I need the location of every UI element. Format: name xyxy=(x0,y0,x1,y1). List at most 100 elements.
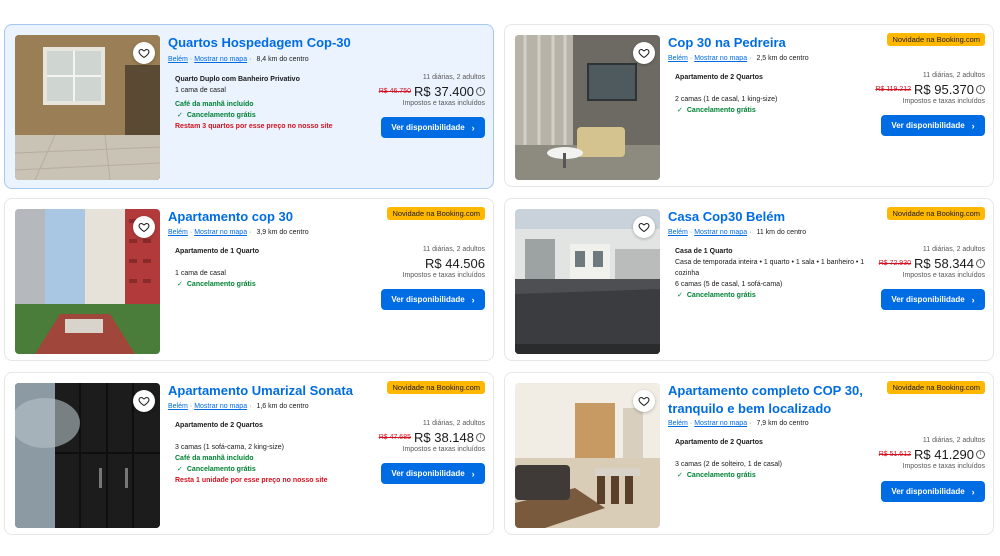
original-price: R$ 51.612 xyxy=(878,451,911,458)
info-icon[interactable]: i xyxy=(476,87,485,96)
property-photo[interactable] xyxy=(15,383,160,528)
free-cancellation: ✓ Cancelamento grátis xyxy=(177,281,256,288)
see-availability-button[interactable]: Ver disponibilidade › xyxy=(881,481,985,502)
room-details: Casa de 1 Quarto Casa de temporada intei… xyxy=(675,246,870,301)
room-details: Quarto Duplo com Banheiro Privativo 1 ca… xyxy=(175,74,380,132)
taxes-note: Impostos e taxas incluídos xyxy=(902,463,986,470)
price-block: 11 diárias, 2 adultos R$ 46.750 R$ 37.40… xyxy=(379,73,485,109)
location-line: Belém · Mostrar no mapa · 3,9 km do centro xyxy=(168,229,309,236)
city-link[interactable]: Belém xyxy=(668,420,688,427)
new-on-booking-badge: Novidade na Booking.com xyxy=(387,381,485,394)
current-price: R$ 38.148 xyxy=(414,430,474,445)
property-card[interactable]: Apartamento cop 30 Novidade na Booking.c… xyxy=(4,198,494,361)
property-card[interactable]: Cop 30 na Pedreira Novidade na Booking.c… xyxy=(504,24,994,187)
heart-icon[interactable] xyxy=(633,42,655,64)
nights-guests: 11 diárias, 2 adultos xyxy=(422,246,485,253)
check-icon: ✓ xyxy=(677,472,683,479)
see-availability-button[interactable]: Ver disponibilidade › xyxy=(881,115,985,136)
see-availability-button[interactable]: Ver disponibilidade › xyxy=(881,289,985,310)
heart-icon[interactable] xyxy=(133,42,155,64)
info-icon[interactable]: i xyxy=(976,85,985,94)
city-link[interactable]: Belém xyxy=(168,403,188,410)
location-line: Belém · Mostrar no mapa · 7,9 km do centro xyxy=(668,420,809,427)
new-on-booking-badge: Novidade na Booking.com xyxy=(887,381,985,394)
city-link[interactable]: Belém xyxy=(668,229,688,236)
current-price: R$ 95.370 xyxy=(914,82,974,97)
property-title[interactable]: Cop 30 na Pedreira xyxy=(668,34,786,52)
show-on-map-link[interactable]: Mostrar no mapa xyxy=(694,229,747,236)
show-on-map-link[interactable]: Mostrar no mapa xyxy=(694,420,747,427)
room-details: Apartamento de 1 Quarto 1 cama de casal … xyxy=(175,246,380,290)
distance-text: 3,9 km do centro xyxy=(256,229,309,236)
original-price: R$ 119.212 xyxy=(875,86,911,93)
heart-icon[interactable] xyxy=(133,390,155,412)
scarcity-message: Resta 1 unidade por esse preço no nosso … xyxy=(175,477,328,484)
check-icon: ✓ xyxy=(177,281,183,288)
heart-icon[interactable] xyxy=(133,216,155,238)
bed-info: 6 camas (5 de casal, 1 sofá-cama) xyxy=(675,281,783,288)
nights-guests: 11 diárias, 2 adultos xyxy=(922,437,985,444)
bed-info: 3 camas (2 de solteiro, 1 de casal) xyxy=(675,461,782,468)
scarcity-message: Restam 3 quartos por esse preço no nosso… xyxy=(175,123,333,130)
new-on-booking-badge: Novidade na Booking.com xyxy=(887,33,985,46)
property-card[interactable]: Quartos Hospedagem Cop-30 Belém · Mostrar … xyxy=(4,24,494,189)
nights-guests: 11 diárias, 2 adultos xyxy=(922,72,985,79)
location-line: Belém · Mostrar no mapa · 2,5 km do centro xyxy=(668,55,809,62)
current-price: R$ 37.400 xyxy=(414,84,474,99)
city-link[interactable]: Belém xyxy=(168,56,188,63)
room-type: Apartamento de 2 Quartos xyxy=(675,74,763,81)
property-photo[interactable] xyxy=(515,383,660,528)
see-availability-button[interactable]: Ver disponibilidade › xyxy=(381,289,485,310)
chevron-right-icon: › xyxy=(471,294,475,305)
heart-icon[interactable] xyxy=(633,390,655,412)
location-line: Belém · Mostrar no mapa · 11 km do centro xyxy=(668,229,807,236)
breakfast-included: Café da manhã incluído xyxy=(175,101,254,108)
property-photo[interactable] xyxy=(515,35,660,180)
current-price: R$ 58.344 xyxy=(914,256,974,271)
free-cancellation: ✓ Cancelamento grátis xyxy=(677,292,756,299)
room-type: Apartamento de 2 Quartos xyxy=(675,439,763,446)
city-link[interactable]: Belém xyxy=(168,229,188,236)
show-on-map-link[interactable]: Mostrar no mapa xyxy=(194,229,247,236)
price-block: 11 diárias, 2 adultos R$ 44.506 Impostos… xyxy=(403,245,486,281)
property-title[interactable]: Casa Cop30 Belém xyxy=(668,208,785,226)
info-icon[interactable]: i xyxy=(476,433,485,442)
property-photo[interactable] xyxy=(515,209,660,354)
property-card[interactable]: Casa Cop30 Belém Novidade na Booking.com… xyxy=(504,198,994,361)
free-cancellation: ✓ Cancelamento grátis xyxy=(677,472,756,479)
show-on-map-link[interactable]: Mostrar no mapa xyxy=(194,403,247,410)
price-block: 11 diárias, 2 adultos R$ 47.685 R$ 38.14… xyxy=(379,419,485,455)
show-on-map-link[interactable]: Mostrar no mapa xyxy=(694,55,747,62)
distance-text: 8,4 km do centro xyxy=(256,56,309,63)
property-title[interactable]: Apartamento cop 30 xyxy=(168,208,293,226)
distance-text: 1,6 km do centro xyxy=(256,403,309,410)
price-block: 11 diárias, 2 adultos R$ 72.930 R$ 58.34… xyxy=(879,245,985,281)
taxes-note: Impostos e taxas incluídos xyxy=(902,272,986,279)
price-block: 11 diárias, 2 adultos R$ 51.612 R$ 41.29… xyxy=(879,436,985,472)
bed-info: 1 cama de casal xyxy=(175,87,226,94)
distance-text: 2,5 km do centro xyxy=(756,55,809,62)
bed-info: 2 camas (1 de casal, 1 king-size) xyxy=(675,96,778,103)
property-card[interactable]: Apartamento completo COP 30, tranquilo e… xyxy=(504,372,994,535)
property-title[interactable]: Apartamento completo COP 30, tranquilo e… xyxy=(668,382,863,418)
new-on-booking-badge: Novidade na Booking.com xyxy=(387,207,485,220)
property-photo[interactable] xyxy=(15,35,160,180)
nights-guests: 11 diárias, 2 adultos xyxy=(422,420,485,427)
property-title[interactable]: Quartos Hospedagem Cop-30 xyxy=(168,34,351,52)
heart-icon[interactable] xyxy=(633,216,655,238)
property-title[interactable]: Apartamento Umarizal Sonata xyxy=(168,382,353,400)
property-photo[interactable] xyxy=(15,209,160,354)
property-card[interactable]: Apartamento Umarizal Sonata Novidade na … xyxy=(4,372,494,535)
bed-info: 3 camas (1 sofá-cama, 2 king-size) xyxy=(175,444,284,451)
free-cancellation: ✓ Cancelamento grátis xyxy=(177,112,256,119)
city-link[interactable]: Belém xyxy=(668,55,688,62)
info-icon[interactable]: i xyxy=(976,259,985,268)
show-on-map-link[interactable]: Mostrar no mapa xyxy=(194,56,247,63)
chevron-right-icon: › xyxy=(471,122,475,133)
info-icon[interactable]: i xyxy=(976,450,985,459)
room-details: Apartamento de 2 Quartos 3 camas (1 sofá… xyxy=(175,420,380,486)
price-block: 11 diárias, 2 adultos R$ 119.212 R$ 95.3… xyxy=(875,71,985,107)
see-availability-button[interactable]: Ver disponibilidade › xyxy=(381,117,485,138)
see-availability-button[interactable]: Ver disponibilidade › xyxy=(381,463,485,484)
original-price: R$ 47.685 xyxy=(378,434,411,441)
